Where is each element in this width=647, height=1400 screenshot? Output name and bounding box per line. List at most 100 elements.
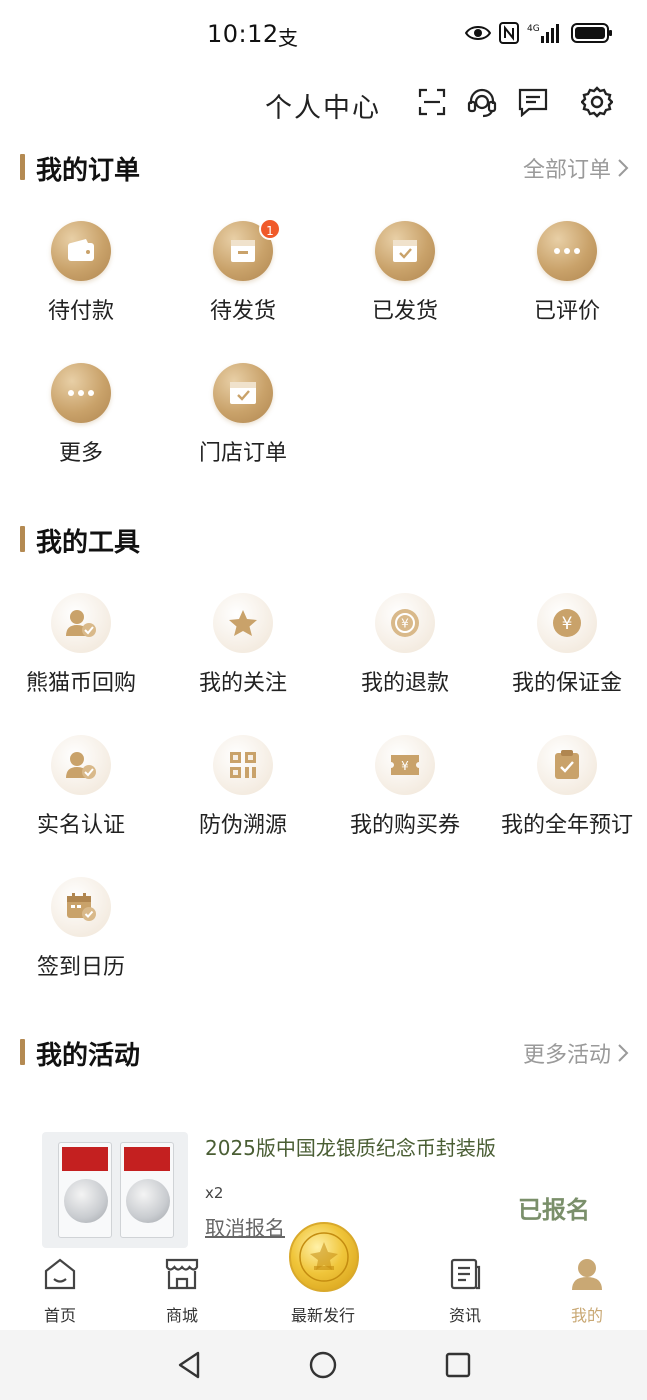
- star-icon: [213, 593, 273, 653]
- order-item-label: 已评价: [533, 299, 600, 324]
- recents-square-icon[interactable]: [443, 1350, 473, 1380]
- calendar-check-icon: [51, 877, 111, 937]
- alipay-status-glyph: 支: [278, 26, 298, 50]
- tool-label: 我的购买券: [349, 813, 460, 838]
- nav-item-profile[interactable]: 我的: [537, 1250, 637, 1328]
- message-icon[interactable]: [515, 84, 551, 120]
- activity-title[interactable]: 2025版中国龙银质纪念币封装版: [205, 1132, 496, 1161]
- page-header: 个人中心: [0, 78, 647, 128]
- news-icon: [447, 1256, 483, 1292]
- tool-my-refunds[interactable]: ¥ 我的退款: [324, 593, 486, 713]
- home-circle-icon[interactable]: [308, 1350, 338, 1380]
- all-orders-label: 全部订单: [522, 158, 611, 183]
- registered-status: 已报名: [518, 1196, 590, 1224]
- bottom-nav: 首页 商城 最新发行 资讯 我的: [0, 1222, 647, 1330]
- all-orders-link[interactable]: 全部订单: [523, 152, 629, 184]
- tool-label: 防伪溯源: [198, 813, 287, 838]
- tool-purchase-vouchers[interactable]: ¥ 我的购买券: [324, 735, 486, 855]
- shipped-box-icon: [375, 221, 435, 281]
- network-label: 4G: [527, 24, 540, 34]
- nav-label-active: 我的: [570, 1306, 603, 1325]
- tool-label: 熊猫币回购: [25, 671, 136, 696]
- section-accent-bar: [20, 154, 25, 180]
- tool-label: 实名认证: [36, 813, 125, 838]
- headset-icon[interactable]: [464, 84, 500, 120]
- order-count-badge: 1: [259, 218, 281, 240]
- tool-checkin-calendar[interactable]: 签到日历: [0, 877, 162, 997]
- nav-label: 商城: [165, 1306, 198, 1325]
- status-bar: 10:12 支 4G: [0, 0, 647, 70]
- svg-text:¥: ¥: [401, 759, 409, 773]
- svg-text:¥: ¥: [401, 617, 409, 631]
- tool-panda-buyback[interactable]: 熊猫币回购: [0, 593, 162, 713]
- tool-label: 我的保证金: [511, 671, 622, 696]
- orders-title: 我的订单: [36, 156, 141, 186]
- order-item-pending-payment[interactable]: 待付款: [0, 221, 162, 341]
- gold-coin-icon[interactable]: [289, 1222, 359, 1292]
- order-item-label: 门店订单: [198, 441, 287, 466]
- qr-code-icon: [213, 735, 273, 795]
- more-activities-label: 更多活动: [522, 1043, 611, 1068]
- tool-my-follows[interactable]: 我的关注: [162, 593, 324, 713]
- orders-section-header: 我的订单 全部订单: [0, 148, 647, 188]
- page-title: 个人中心: [265, 93, 381, 124]
- coupon-icon: ¥: [375, 735, 435, 795]
- order-item-pending-shipment[interactable]: 1 待发货: [162, 218, 324, 341]
- shop-icon: [164, 1256, 200, 1292]
- order-item-store-orders[interactable]: 门店订单: [162, 363, 324, 483]
- more-dots-icon: [537, 221, 597, 281]
- order-item-reviewed[interactable]: 已评价: [486, 221, 647, 341]
- cancel-registration-link[interactable]: 取消报名: [205, 1212, 285, 1241]
- order-item-label: 待付款: [47, 299, 114, 324]
- battery-icon: [571, 22, 613, 44]
- signal-4g-icon: 4G: [527, 22, 563, 44]
- eye-icon: [465, 24, 491, 42]
- activity-quantity: x2: [205, 1184, 224, 1202]
- clipboard-check-icon: [537, 735, 597, 795]
- coin-holder-image: [120, 1142, 174, 1238]
- tool-label: 我的退款: [360, 671, 449, 696]
- svg-text:¥: ¥: [562, 614, 573, 634]
- section-accent-bar: [20, 1039, 25, 1065]
- user-check-icon: [51, 593, 111, 653]
- section-accent-bar: [20, 526, 25, 552]
- status-time: 10:12: [207, 20, 279, 48]
- order-item-label: 待发货: [209, 299, 276, 324]
- profile-icon: [569, 1256, 605, 1292]
- nav-label: 最新发行: [290, 1306, 355, 1325]
- chevron-right-icon: [618, 159, 629, 177]
- wallet-icon: [51, 221, 111, 281]
- tool-real-name-auth[interactable]: 实名认证: [0, 735, 162, 855]
- tool-my-deposit[interactable]: ¥ 我的保证金: [486, 593, 647, 713]
- nav-label: 资讯: [448, 1306, 481, 1325]
- order-item-more[interactable]: 更多: [0, 363, 162, 483]
- tools-section-header: 我的工具: [0, 520, 647, 560]
- nav-item-news[interactable]: 资讯: [415, 1250, 515, 1328]
- activities-section-header: 我的活动 更多活动: [0, 1033, 647, 1073]
- status-icons: 4G: [465, 22, 613, 44]
- order-item-shipped[interactable]: 已发货: [324, 221, 486, 341]
- system-nav-bar: [0, 1330, 647, 1400]
- order-item-label: 更多: [58, 441, 103, 466]
- settings-icon[interactable]: [579, 84, 615, 120]
- tool-anti-counterfeit[interactable]: 防伪溯源: [162, 735, 324, 855]
- order-item-label: 已发货: [371, 299, 438, 324]
- tool-label: 我的全年预订: [500, 813, 633, 838]
- chevron-right-icon: [618, 1044, 629, 1062]
- user-verified-icon: [51, 735, 111, 795]
- yen-coin-icon: ¥: [537, 593, 597, 653]
- tool-annual-reservation[interactable]: 我的全年预订: [486, 735, 647, 855]
- scan-icon[interactable]: [414, 84, 450, 120]
- nav-label: 首页: [43, 1306, 76, 1325]
- tool-label: 我的关注: [198, 671, 287, 696]
- coin-holder-image: [58, 1142, 112, 1238]
- store-order-icon: [213, 363, 273, 423]
- nav-item-home[interactable]: 首页: [10, 1250, 110, 1328]
- more-dots-icon: [51, 363, 111, 423]
- more-activities-link[interactable]: 更多活动: [523, 1037, 629, 1069]
- home-icon: [42, 1256, 78, 1292]
- back-icon[interactable]: [174, 1350, 204, 1380]
- tool-label: 签到日历: [36, 955, 125, 980]
- nav-item-shop[interactable]: 商城: [132, 1250, 232, 1328]
- refund-icon: ¥: [375, 593, 435, 653]
